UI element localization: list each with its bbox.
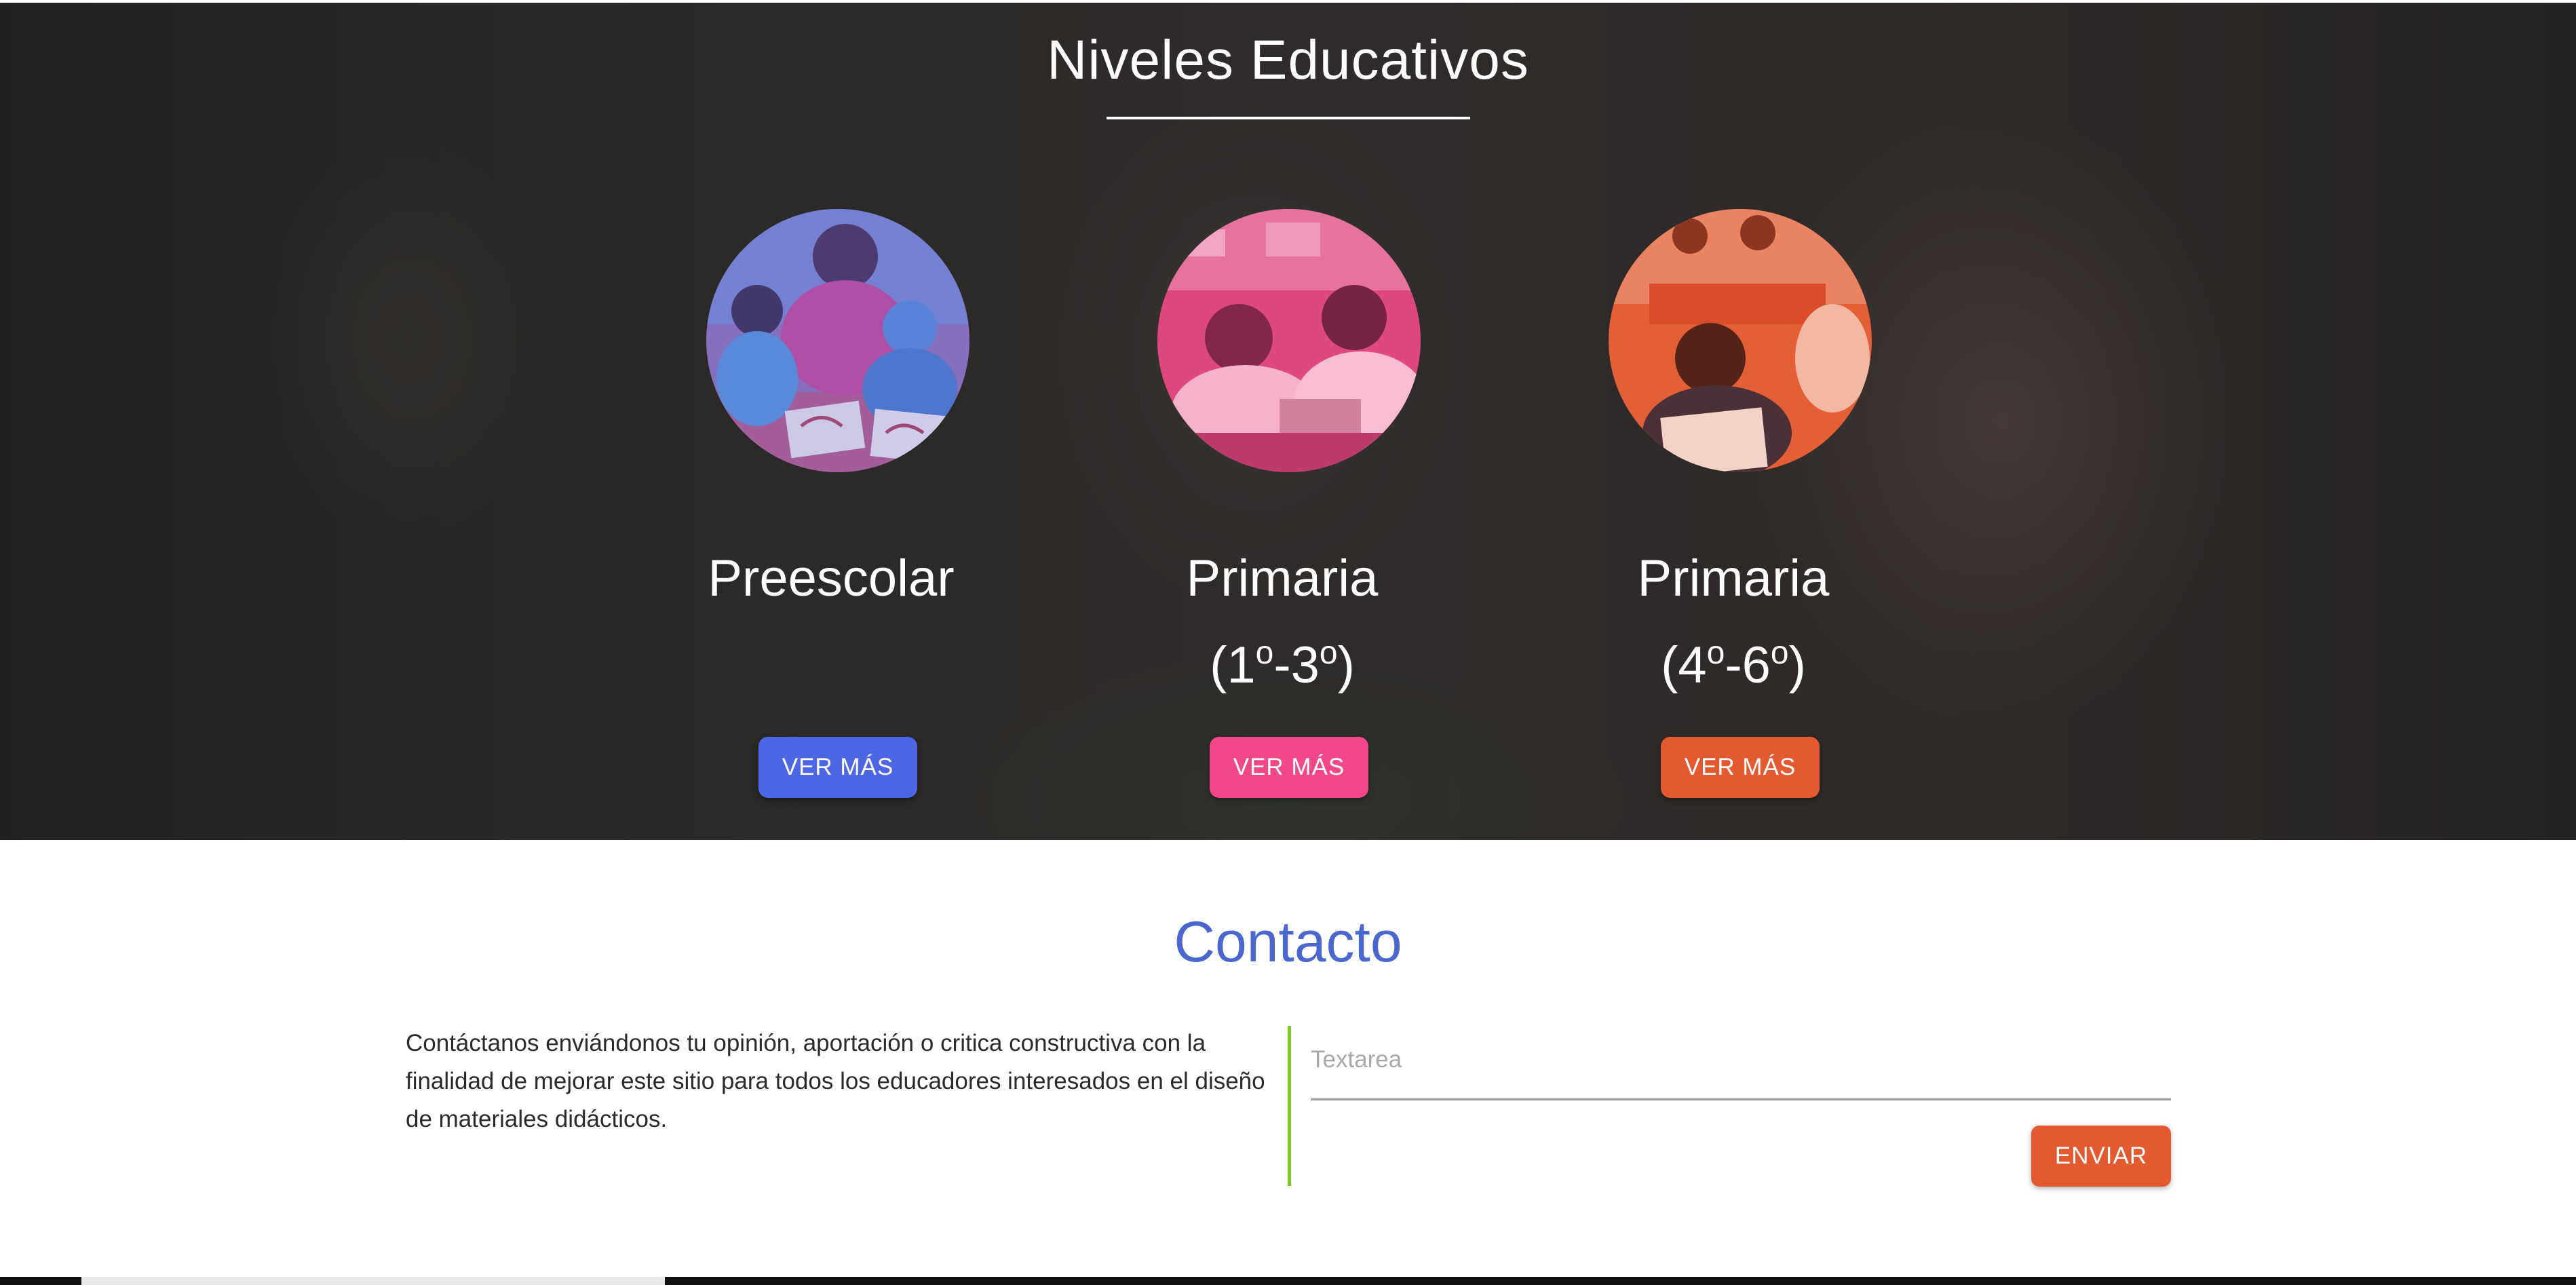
contact-description: Contáctanos enviándonos tu opinión, apor… bbox=[406, 1030, 1265, 1132]
level-title: Primaria bbox=[1637, 550, 1830, 607]
level-name: Preescolar bbox=[628, 541, 1035, 616]
message-textarea[interactable] bbox=[1311, 1037, 2171, 1100]
level-card-primaria-1-3: Primaria (1o-3o) VER MÁS bbox=[1079, 209, 1486, 820]
level-name: Primaria (4o-6o) bbox=[1530, 541, 1937, 703]
preescolar-image bbox=[706, 209, 969, 472]
ver-mas-button-primaria-4-6[interactable]: VER MÁS bbox=[1661, 737, 1820, 798]
footer-strip-segment bbox=[81, 1277, 665, 1285]
level-grades: (4o-6o) bbox=[1661, 635, 1806, 694]
section-title: Niveles Educativos bbox=[1047, 29, 1529, 91]
contact-title: Contacto bbox=[1174, 910, 1402, 974]
primaria-4-6-photo bbox=[1609, 209, 1872, 472]
level-card-primaria-4-6: Primaria (4o-6o) VER MÁS bbox=[1530, 209, 1937, 820]
primaria-1-3-image bbox=[1157, 209, 1421, 472]
title-underline bbox=[1107, 117, 1470, 119]
submit-button[interactable]: ENVIAR bbox=[2031, 1126, 2171, 1187]
level-name: Primaria (1o-3o) bbox=[1079, 541, 1486, 703]
primaria-1-3-photo bbox=[1157, 209, 1421, 472]
level-title: Preescolar bbox=[708, 550, 955, 607]
footer-strip bbox=[0, 1277, 2576, 1285]
top-border bbox=[0, 0, 2576, 3]
contact-divider bbox=[1288, 1026, 1291, 1186]
level-title: Primaria bbox=[1186, 550, 1379, 607]
preescolar-photo bbox=[706, 209, 969, 472]
ver-mas-button-primaria-1-3[interactable]: VER MÁS bbox=[1210, 737, 1368, 798]
niveles-section: Niveles Educativos Preescolar VER MÁS Pr… bbox=[0, 0, 2576, 840]
level-grades: (1o-3o) bbox=[1210, 635, 1355, 694]
level-card-preescolar: Preescolar VER MÁS bbox=[628, 209, 1035, 820]
primaria-4-6-image bbox=[1609, 209, 1872, 472]
ver-mas-button-preescolar[interactable]: VER MÁS bbox=[758, 737, 917, 798]
